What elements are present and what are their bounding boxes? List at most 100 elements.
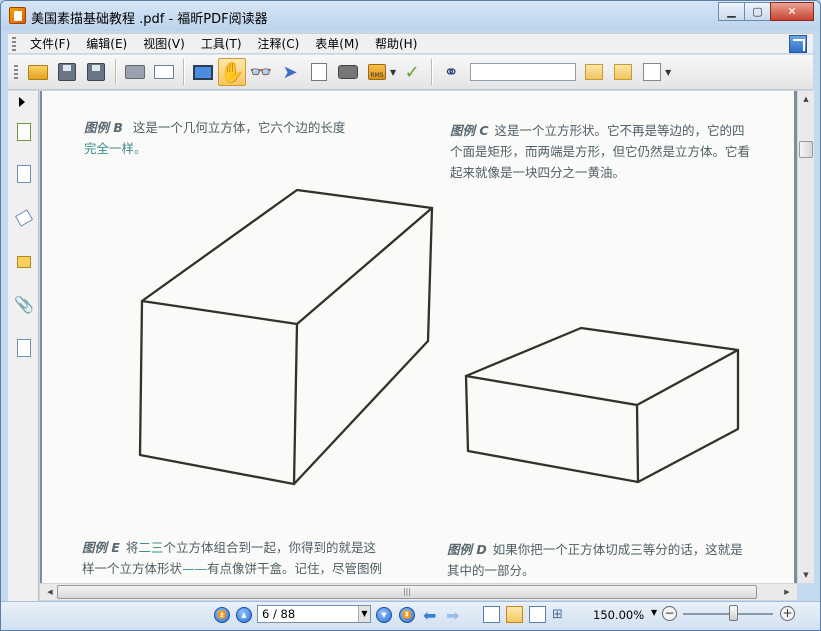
horizontal-scroll-thumb[interactable]: ||| xyxy=(57,585,757,599)
text-select-button[interactable] xyxy=(305,58,333,86)
zoom-slider-thumb[interactable] xyxy=(728,605,738,621)
print-button[interactable] xyxy=(121,58,149,86)
toolbar-separator xyxy=(431,59,434,85)
find-button[interactable]: ⚭ xyxy=(437,58,465,86)
caption-figure-d-label: 图例 D xyxy=(447,542,487,557)
window-controls: ▁ ▢ ✕ xyxy=(718,2,814,21)
tall-box-sketch xyxy=(138,188,434,486)
maximize-button[interactable]: ▢ xyxy=(744,2,771,21)
vertical-scrollbar[interactable]: ▲ ▼ xyxy=(797,91,814,583)
zoom-in-icon[interactable]: + xyxy=(780,606,795,621)
comments-icon xyxy=(17,256,31,268)
go-forward-arrow-icon[interactable]: ➡ xyxy=(446,606,459,625)
page-number-value: 6 / 88 xyxy=(262,607,296,621)
caption-figure-e-line1b: 个立方体组合到一起，你得到的就是这 xyxy=(163,540,376,555)
continuous-facing-view-icon[interactable]: ⊞ xyxy=(552,606,569,623)
fullscreen-icon xyxy=(193,64,213,80)
comments-panel-button[interactable] xyxy=(13,251,35,273)
facing-view-button[interactable] xyxy=(529,606,546,623)
horizontal-scrollbar[interactable]: ◀ ||| ▶ xyxy=(40,583,797,600)
close-button[interactable]: ✕ xyxy=(770,2,814,21)
hand-tool-button[interactable]: ✋ xyxy=(218,58,246,86)
zoom-out-icon[interactable]: − xyxy=(662,606,677,621)
save-as-icon xyxy=(87,63,105,81)
caption-figure-e-line1a: 将 xyxy=(125,540,139,555)
bookmarks-panel-button[interactable] xyxy=(13,121,35,143)
menu-grip[interactable] xyxy=(12,36,16,51)
document-view[interactable]: 图例 B 这是一个几何立方体，它六个边的长度 完全一样。 图例 C 这是一个立方形… xyxy=(40,91,797,583)
previous-page-button[interactable]: ▲ xyxy=(236,607,252,623)
find-previous-button[interactable] xyxy=(580,58,608,86)
select-button[interactable]: ➤ xyxy=(276,58,304,86)
bookmarks-icon xyxy=(17,123,31,141)
save-as-button[interactable] xyxy=(82,58,110,86)
next-page-button[interactable]: ▼ xyxy=(376,607,392,623)
scroll-down-arrow-icon[interactable]: ▼ xyxy=(798,567,814,583)
scroll-right-arrow-icon[interactable]: ▶ xyxy=(779,584,795,600)
expand-panel-arrow-icon[interactable] xyxy=(19,97,25,107)
close-icon: ✕ xyxy=(787,5,797,18)
caption-figure-e: 图例 E 将二三个立方体组合到一起，你得到的就是这 样一个立方体形状——有点像饼干… xyxy=(82,537,382,579)
save-button[interactable] xyxy=(53,58,81,86)
signatures-panel-button[interactable] xyxy=(13,337,35,359)
previous-page-icon: ▲ xyxy=(241,611,247,619)
single-page-view-button[interactable] xyxy=(483,606,500,623)
page-dropdown-icon[interactable]: ▼ xyxy=(358,606,370,622)
first-page-button[interactable]: ⏫ xyxy=(214,607,230,623)
select-cursor-icon: ➤ xyxy=(282,61,298,83)
layers-icon xyxy=(14,209,34,227)
search-input[interactable] xyxy=(470,63,577,81)
layers-panel-button[interactable] xyxy=(13,207,35,229)
loupe-button[interactable]: 👓 xyxy=(247,58,275,86)
toolbar-grip[interactable] xyxy=(14,65,18,79)
fullscreen-button[interactable] xyxy=(189,58,217,86)
toolbar-separator xyxy=(183,59,185,85)
scroll-up-arrow-icon[interactable]: ▲ xyxy=(798,91,814,107)
snapshot-camera-icon xyxy=(338,65,358,79)
menu-help[interactable]: 帮助(H) xyxy=(367,35,425,52)
pdf-page: 图例 B 这是一个几何立方体，它六个边的长度 完全一样。 图例 C 这是一个立方形… xyxy=(42,91,794,583)
menu-tools[interactable]: 工具(T) xyxy=(193,35,250,52)
navigation-panel: 📎 xyxy=(8,91,39,601)
minimize-button[interactable]: ▁ xyxy=(718,2,745,21)
find-next-button[interactable] xyxy=(609,58,637,86)
vertical-scroll-thumb[interactable] xyxy=(799,141,813,158)
highlight-icon xyxy=(643,63,662,81)
pages-panel-button[interactable] xyxy=(13,163,35,185)
attachments-panel-button[interactable]: 📎 xyxy=(13,293,35,315)
restore-layout-icon[interactable] xyxy=(789,35,807,53)
foxit-app-icon xyxy=(9,7,26,24)
menu-view[interactable]: 视图(V) xyxy=(135,35,193,52)
last-page-icon: ⏬ xyxy=(402,611,412,619)
signature-pen-icon xyxy=(17,339,31,357)
next-page-icon: ▼ xyxy=(381,611,387,619)
menu-forms[interactable]: 表单(M) xyxy=(307,35,367,52)
properties-button[interactable] xyxy=(150,58,178,86)
first-page-icon: ⏫ xyxy=(217,611,227,619)
sign-check-icon: ✓ xyxy=(404,61,420,83)
menu-file[interactable]: 文件(F) xyxy=(22,35,78,52)
scroll-left-arrow-icon[interactable]: ◀ xyxy=(42,584,58,600)
caption-figure-e-label: 图例 E xyxy=(82,540,120,555)
zoom-glass-icon: 👓 xyxy=(249,61,273,83)
page-number-field[interactable]: 6 / 88 ▼ xyxy=(257,605,371,623)
caption-figure-d-line2: 其中的一部分。 xyxy=(447,563,535,578)
go-back-arrow-icon[interactable]: ⬅ xyxy=(423,606,436,625)
last-page-button[interactable]: ⏬ xyxy=(399,607,415,623)
sign-button[interactable]: ✓ xyxy=(398,58,426,86)
open-button[interactable] xyxy=(24,58,52,86)
find-next-icon xyxy=(614,64,633,80)
zoom-dropdown-icon[interactable]: ▼ xyxy=(651,608,657,617)
snapshot-button[interactable] xyxy=(334,58,362,86)
menu-edit[interactable]: 编辑(E) xyxy=(78,35,135,52)
rms-label: RMS xyxy=(370,72,384,79)
menu-comments[interactable]: 注释(C) xyxy=(250,35,308,52)
rms-lock-icon: RMS xyxy=(368,64,386,80)
highlight-button[interactable] xyxy=(638,58,666,86)
find-previous-icon xyxy=(585,64,604,80)
rms-button[interactable]: RMS xyxy=(363,58,391,86)
continuous-view-button[interactable] xyxy=(506,606,523,623)
zoom-level[interactable]: 150.00% xyxy=(593,608,644,622)
minimize-icon: ▁ xyxy=(727,5,736,18)
caption-figure-d: 图例 D 如果你把一个正方体切成三等分的话，这就是 其中的一部分。 xyxy=(447,539,743,581)
